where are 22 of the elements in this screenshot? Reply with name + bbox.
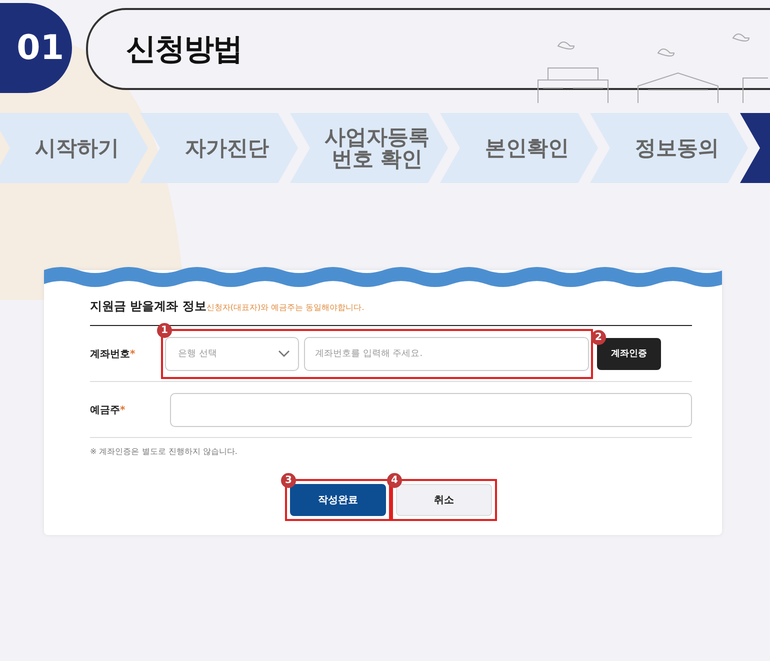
submit-button[interactable]: 작성완료 bbox=[290, 484, 386, 516]
callout-badge: 2 bbox=[591, 330, 606, 344]
notice-text: ※ 계좌인증은 별도로 진행하지 않습니다. bbox=[90, 446, 238, 457]
bank-select[interactable]: 은행 선택 bbox=[165, 336, 299, 370]
callout-badge: 1 bbox=[157, 322, 172, 338]
step-tab[interactable]: 시작하기 bbox=[0, 113, 148, 183]
field-label: 예금주* bbox=[90, 404, 126, 416]
form-note: 신청자(대표자)와 예금주는 동일해야합니다. bbox=[206, 302, 364, 313]
step-number: 01 bbox=[0, 3, 72, 93]
step-tab[interactable]: 정보동의 bbox=[590, 113, 748, 183]
field-label: 계좌번호* bbox=[90, 348, 136, 360]
step-tab[interactable]: 본인확인 bbox=[440, 113, 598, 183]
chevron-down-icon bbox=[278, 350, 290, 358]
callout-badge: 3 bbox=[281, 473, 296, 488]
form-title: 지원금 받을계좌 정보 bbox=[90, 298, 206, 315]
cancel-button[interactable]: 취소 bbox=[396, 484, 492, 516]
step-tab[interactable]: 사업자등록 번호 확인 bbox=[290, 113, 448, 183]
account-number-field[interactable]: 계좌번호를 입력해 주세요. bbox=[304, 336, 589, 370]
section-title: 신청방법 bbox=[126, 30, 242, 68]
step-tab[interactable]: 자가진단 bbox=[140, 113, 298, 183]
account-holder-field[interactable] bbox=[170, 392, 692, 426]
callout-badge: 4 bbox=[387, 473, 402, 488]
